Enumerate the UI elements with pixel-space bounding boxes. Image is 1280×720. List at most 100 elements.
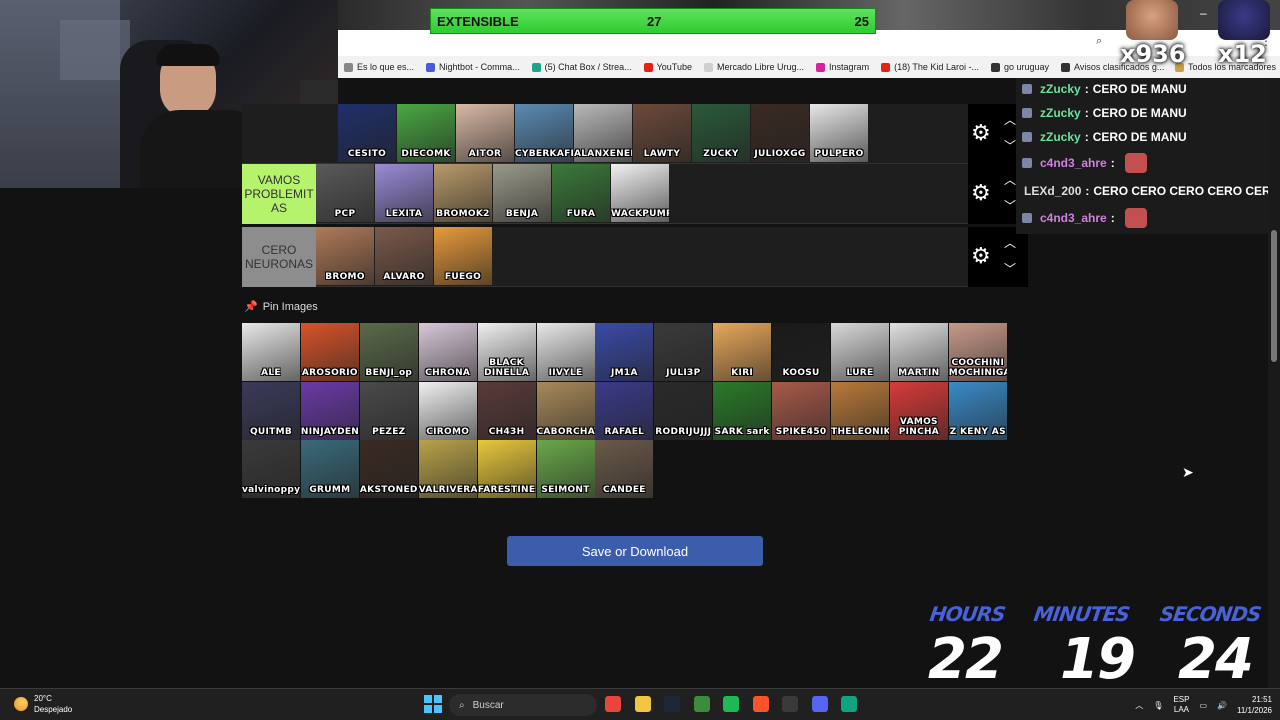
tier-item[interactable]: BROMOK2	[434, 164, 492, 222]
pin-image-item[interactable]: IIVYLE	[536, 323, 595, 381]
tier-item[interactable]: FURA	[552, 164, 610, 222]
pin-image-item[interactable]: SARK sark	[713, 381, 772, 440]
volume-icon[interactable]: 🔊	[1217, 701, 1227, 710]
taskbar-search-box[interactable]: ⌕ Buscar	[449, 694, 597, 716]
tier-item[interactable]: LAWTY	[633, 104, 691, 162]
pin-image-item[interactable]: SEIMONT	[536, 440, 595, 498]
pin-image-item[interactable]: RODRIJUJJJ	[654, 381, 713, 440]
bookmark-item[interactable]: Instagram	[810, 62, 875, 72]
tier-item[interactable]: LEXITA	[375, 164, 433, 222]
tier-item[interactable]: ZUCKY	[692, 104, 750, 162]
tier-item[interactable]: AITOR	[456, 104, 514, 162]
weather-sun-icon	[14, 697, 28, 711]
pin-image-item[interactable]: Z KENY AS	[948, 381, 1007, 440]
seconds-value: 24	[1178, 627, 1254, 692]
spotify-icon[interactable]	[723, 696, 739, 712]
pin-image-item[interactable]: NINJAYDEN	[300, 381, 359, 440]
chrome-icon[interactable]	[605, 696, 621, 712]
tier-item[interactable]: PCP	[316, 164, 374, 222]
tier-item[interactable]: CESITO	[338, 104, 396, 162]
pin-image-item[interactable]: MARTIN	[889, 323, 948, 381]
pin-image-name: RAFAEL	[604, 426, 645, 437]
bookmark-item[interactable]: Es lo que es...	[338, 62, 420, 72]
tier-item[interactable]: DIECOMK	[397, 104, 455, 162]
tier-item[interactable]: BENJA	[493, 164, 551, 222]
bookmark-item[interactable]: (18) The Kid Laroi -...	[875, 62, 985, 72]
tier-item[interactable]: ALANXENEIZE	[574, 104, 632, 162]
pin-image-item[interactable]: CABORCHATA	[536, 381, 595, 440]
pin-image-item[interactable]: JULI3P	[654, 323, 713, 381]
pin-image-item[interactable]: CANDEE	[595, 440, 654, 498]
steam-icon[interactable]	[664, 696, 680, 712]
tier-item[interactable]: ALVARO	[375, 227, 433, 285]
brave-icon[interactable]	[752, 696, 769, 712]
chevron-down-icon[interactable]: ﹀	[1004, 263, 1016, 275]
pin-image-item[interactable]: FARESTINE	[477, 440, 536, 498]
windows-start-icon[interactable]	[424, 695, 442, 713]
bookmark-item[interactable]: Mercado Libre Urug...	[698, 62, 810, 72]
microphone-icon[interactable]: 🎙	[1153, 701, 1163, 710]
chevron-up-icon[interactable]: ︿	[1004, 114, 1016, 126]
pin-image-item[interactable]: ALE	[242, 323, 300, 381]
tier-item[interactable]: FUEGO	[434, 227, 492, 285]
pin-image-item[interactable]: valvinoppy	[242, 440, 300, 498]
tier-item[interactable]: PULPERO	[810, 104, 868, 162]
pin-image-item[interactable]: KOOSU	[772, 323, 831, 381]
tier-item[interactable]: CYBERKAFEH	[515, 104, 573, 162]
scrollbar-thumb[interactable]	[1271, 230, 1277, 362]
pin-image-item[interactable]: SPIKE450	[772, 381, 831, 440]
pin-image-item[interactable]: GRUMM	[300, 440, 359, 498]
pin-image-item[interactable]: RAFAEL	[595, 381, 654, 440]
bookmark-item[interactable]: YouTube	[638, 62, 698, 72]
pin-image-item[interactable]: QUITMB	[242, 381, 300, 440]
chatgpt-icon[interactable]	[841, 696, 857, 712]
pin-image-item[interactable]: LURE	[831, 323, 889, 381]
tier-item[interactable]: WACKPUMPKIN	[611, 164, 669, 222]
pin-image-item[interactable]: CHRONA	[418, 323, 477, 381]
pin-image-item[interactable]: AROSORIO	[300, 323, 359, 381]
page-scrollbar[interactable]	[1268, 78, 1280, 688]
tray-chevron-icon[interactable]: ︿	[1135, 700, 1143, 711]
gear-icon[interactable]: ⚙	[971, 182, 991, 204]
gear-icon[interactable]: ⚙	[971, 122, 991, 144]
weather-widget[interactable]: 20°C Despejado	[14, 693, 72, 715]
nightbot-icon	[426, 62, 436, 72]
tier-item[interactable]: BROMO	[316, 227, 374, 285]
bookmark-item[interactable]: (5) Chat Box / Strea...	[526, 62, 638, 72]
minecraft-icon[interactable]	[693, 696, 710, 712]
pin-image-item[interactable]: COOCHINI MOCHINIGAY	[948, 323, 1007, 381]
obs-icon[interactable]	[782, 696, 798, 712]
taskbar-clock[interactable]: 21:51 11/1/2026	[1237, 694, 1272, 716]
youtube-icon	[881, 62, 891, 72]
tier-label[interactable]: VAMOS PROBLEMIT AS	[242, 164, 316, 224]
pin-image-item[interactable]: KIRI	[713, 323, 772, 381]
pin-image-item[interactable]: CIROMO	[418, 381, 477, 440]
gear-icon[interactable]: ⚙	[971, 245, 991, 267]
tier-label[interactable]: CERO NEURONAS	[242, 227, 316, 287]
bookmark-item[interactable]: go uruguay	[985, 62, 1055, 72]
bookmark-item[interactable]: Nightbot - Comma...	[420, 62, 526, 72]
pin-image-item[interactable]: PEZEZ	[359, 381, 418, 440]
pin-image-item[interactable]: VAMOS PINCHA	[889, 381, 948, 440]
pin-image-item[interactable]: BLACK DINELLA	[477, 323, 536, 381]
chevron-down-icon[interactable]: ﹀	[1004, 200, 1016, 212]
pin-image-item[interactable]: VALRIVERA	[418, 440, 477, 498]
save-download-button[interactable]: Save or Download	[507, 536, 763, 566]
pin-image-item[interactable]: BENJI_op	[359, 323, 418, 381]
chevron-up-icon[interactable]: ︿	[1004, 237, 1016, 249]
language-indicator[interactable]: ESP LAA	[1173, 695, 1189, 715]
pin-image-name: NINJAYDEN	[300, 426, 359, 437]
pin-image-item[interactable]: THELEONIKI	[831, 381, 889, 440]
tier-item[interactable]: JULIOXGG	[751, 104, 809, 162]
pin-image-item[interactable]: JM1A	[595, 323, 654, 381]
chevron-down-icon[interactable]: ﹀	[1004, 140, 1016, 152]
discord-icon[interactable]	[811, 696, 828, 712]
network-icon[interactable]: ▭	[1199, 701, 1207, 710]
chevron-up-icon[interactable]: ︿	[1004, 174, 1016, 186]
pin-image-item[interactable]: CH43H	[477, 381, 536, 440]
pin-image-item[interactable]: AKSTONED	[359, 440, 418, 498]
clock-time: 21:51	[1251, 695, 1272, 704]
tier-item-name: WACKPUMPKIN	[611, 209, 669, 219]
zoom-icon[interactable]: ⌕	[1096, 35, 1102, 48]
file-explorer-icon[interactable]	[634, 696, 651, 712]
